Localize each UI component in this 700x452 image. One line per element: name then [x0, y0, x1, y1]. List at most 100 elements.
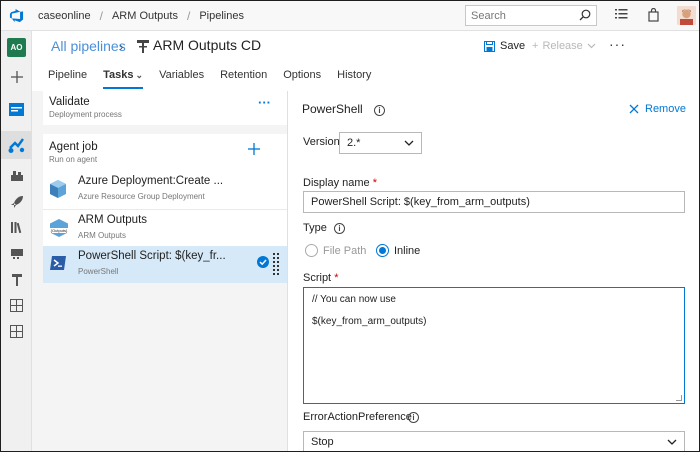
search-input[interactable]: Search [465, 5, 597, 26]
type-radio-file-path[interactable]: File Path [305, 244, 366, 257]
task-row-azure-deployment[interactable]: Azure Deployment:Create ... Azure Resour… [43, 171, 287, 209]
required-mark: * [372, 177, 377, 189]
deployment-groups-icon[interactable] [8, 271, 25, 288]
pipeline-tabs: Pipeline Tasks ⌄ Variables Retention Opti… [32, 65, 699, 90]
task-groups-icon[interactable] [8, 245, 25, 262]
tab-pipeline[interactable]: Pipeline [48, 65, 87, 89]
breadcrumb-pipelines[interactable]: Pipelines [199, 10, 244, 22]
release-label: Release [542, 40, 583, 52]
radio-button[interactable] [376, 244, 389, 257]
page-header: All pipelines › ARM Outputs CD Save + Re… [32, 31, 699, 65]
chevron-down-icon [587, 43, 596, 49]
chevron-right-icon: › [119, 39, 124, 54]
top-bar: caseonline / ARM Outputs / Pipelines Sea… [1, 1, 699, 31]
overview-icon[interactable] [8, 101, 25, 118]
display-name-label-text: Display name [303, 177, 370, 189]
breadcrumb-separator: / [99, 8, 103, 23]
page-title: ARM Outputs CD [153, 37, 262, 53]
info-icon[interactable]: i [334, 223, 345, 234]
chevron-down-icon [667, 436, 677, 451]
builds-icon[interactable] [8, 167, 25, 184]
agent-job-subtitle: Run on agent [49, 155, 98, 164]
list-icon[interactable] [615, 8, 628, 23]
version-select[interactable]: 2.* [339, 132, 422, 154]
display-name-field[interactable]: PowerShell Script: $(key_from_arm_output… [303, 191, 685, 213]
task-subtitle: PowerShell [78, 267, 119, 276]
powershell-icon [49, 254, 67, 274]
pipelines-icon[interactable] [1, 131, 32, 159]
info-icon[interactable]: i [408, 412, 419, 423]
save-icon [484, 40, 495, 52]
plus-icon: + [532, 40, 539, 52]
radio-label: Inline [394, 244, 421, 257]
type-radio-inline[interactable]: Inline [376, 244, 420, 257]
tab-history[interactable]: History [337, 65, 371, 89]
left-rail: AO [1, 31, 32, 451]
search-icon[interactable] [579, 9, 591, 24]
all-pipelines-link[interactable]: All pipelines [51, 38, 126, 54]
task-name: PowerShell Script: $(key_fr... [78, 250, 226, 262]
stage-subtitle: Deployment process [49, 110, 122, 119]
script-line: $(key_from_arm_outputs) [312, 316, 427, 327]
version-label: Version [303, 136, 340, 148]
tasks-pane: Validate Deployment process ··· Agent jo… [32, 91, 287, 451]
app-window: caseonline / ARM Outputs / Pipelines Sea… [0, 0, 700, 452]
breadcrumb-separator: / [186, 8, 191, 23]
chevron-down-icon: ⌄ [135, 70, 144, 80]
chevron-down-icon [404, 137, 414, 152]
task-details-pane: PowerShell i Remove Version 2.* Display … [288, 91, 699, 451]
display-name-value: PowerShell Script: $(key_from_arm_output… [311, 196, 530, 208]
radio-label: File Path [323, 244, 367, 257]
arm-outputs-icon-text: {Outputs} [50, 228, 68, 233]
tab-retention[interactable]: Retention [220, 65, 267, 89]
release-button[interactable]: + Release [532, 40, 596, 52]
grid-icon[interactable] [8, 297, 25, 314]
info-icon[interactable]: i [374, 105, 385, 116]
radio-button[interactable] [305, 244, 318, 257]
agent-job-card[interactable]: Agent job Run on agent [43, 134, 287, 174]
arm-outputs-icon: {Outputs} [49, 218, 69, 238]
user-avatar[interactable] [677, 6, 696, 25]
task-row-arm-outputs[interactable]: {Outputs} ARM Outputs ARM Outputs [43, 210, 287, 248]
breadcrumb-project[interactable]: ARM Outputs [112, 10, 178, 22]
display-name-label: Display name * [303, 177, 377, 189]
rocket-icon[interactable] [8, 193, 25, 210]
project-avatar[interactable]: AO [7, 38, 26, 57]
version-value: 2.* [347, 137, 361, 149]
required-mark: * [334, 272, 339, 284]
grid-icon[interactable] [8, 323, 25, 340]
error-pref-value: Stop [311, 436, 334, 448]
tab-options[interactable]: Options [283, 65, 321, 89]
add-task-icon[interactable] [248, 143, 260, 158]
script-editor[interactable]: // You can now use $(key_from_arm_output… [303, 287, 685, 404]
azure-devops-logo-icon[interactable] [1, 1, 32, 31]
tab-variables[interactable]: Variables [159, 65, 204, 89]
drag-handle-icon[interactable] [273, 253, 279, 278]
release-pipeline-icon [137, 40, 149, 56]
close-icon [629, 104, 639, 114]
search-placeholder: Search [471, 9, 506, 22]
stage-more-button[interactable]: ··· [258, 95, 271, 110]
stage-card[interactable]: Validate Deployment process ··· [43, 91, 287, 125]
error-pref-select[interactable]: Stop [303, 431, 685, 451]
tab-tasks[interactable]: Tasks ⌄ [103, 65, 144, 89]
task-subtitle: ARM Outputs [78, 231, 127, 240]
remove-label: Remove [645, 103, 686, 115]
save-button[interactable]: Save [484, 40, 525, 52]
checkmark-icon [257, 256, 269, 271]
library-icon[interactable] [8, 219, 25, 236]
remove-task-button[interactable]: Remove [629, 103, 686, 115]
error-pref-label: ErrorActionPreference [303, 411, 412, 423]
script-line: // You can now use [312, 294, 396, 305]
plus-icon[interactable] [8, 68, 25, 85]
resize-handle-icon[interactable] [676, 395, 682, 401]
shopping-bag-icon[interactable] [648, 7, 659, 25]
more-actions-button[interactable]: ··· [609, 36, 626, 52]
task-details-title: PowerShell [302, 102, 363, 116]
stage-title: Validate [49, 96, 90, 108]
azure-cube-icon [49, 179, 67, 199]
agent-job-title: Agent job [49, 141, 98, 153]
task-name: ARM Outputs [78, 214, 148, 226]
breadcrumb-org[interactable]: caseonline [38, 10, 91, 22]
task-row-powershell[interactable]: PowerShell Script: $(key_fr... PowerShel… [43, 246, 287, 283]
